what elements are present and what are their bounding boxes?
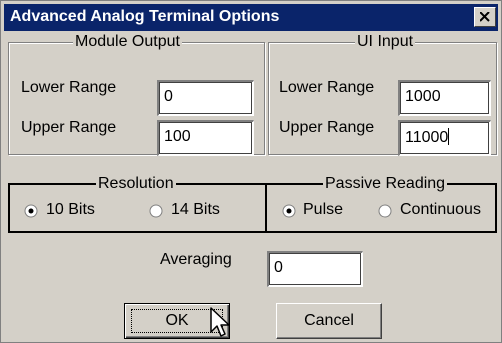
passive-continuous-radio[interactable]	[378, 204, 392, 218]
mouse-pointer-icon	[210, 307, 230, 337]
passive-reading-legend: Passive Reading	[323, 175, 448, 193]
module-output-upper-input[interactable]: 100	[157, 120, 254, 156]
window-title: Advanced Analog Terminal Options	[10, 8, 280, 25]
close-button[interactable]	[474, 7, 496, 27]
title-bar[interactable]: Advanced Analog Terminal Options	[4, 4, 498, 31]
passive-pulse-radio[interactable]	[282, 204, 296, 218]
ui-input-lower-label: Lower Range	[279, 79, 375, 96]
resolution-10bits-label[interactable]: 10 Bits	[46, 201, 95, 219]
ui-input-lower-value: 1000	[405, 88, 441, 105]
ui-input-upper-label: Upper Range	[279, 119, 375, 136]
module-output-lower-input[interactable]: 0	[157, 80, 254, 116]
passive-reading-group: Passive Reading Pulse Continuous	[265, 175, 497, 233]
module-output-upper-label: Upper Range	[21, 119, 117, 136]
dialog-window: Advanced Analog Terminal Options Module …	[0, 0, 502, 343]
module-output-upper-value: 100	[164, 128, 191, 145]
resolution-group: Resolution 10 Bits 14 Bits	[8, 175, 267, 233]
ui-input-upper-value: 11000	[405, 129, 449, 146]
averaging-input[interactable]: 0	[267, 251, 363, 287]
close-icon	[480, 12, 490, 22]
module-output-lower-label: Lower Range	[21, 79, 117, 96]
resolution-14bits-radio[interactable]	[149, 204, 163, 218]
ui-input-lower-input[interactable]: 1000	[398, 80, 491, 116]
cancel-button-label: Cancel	[304, 312, 354, 329]
ui-input-group: UI Input Lower Range 1000 Upper Range 11…	[268, 33, 497, 156]
ui-input-upper-input[interactable]: 11000	[398, 120, 491, 156]
averaging-label: Averaging	[160, 251, 232, 268]
cancel-button[interactable]: Cancel	[276, 303, 382, 339]
module-output-group: Module Output Lower Range 0 Upper Range …	[8, 33, 265, 156]
module-output-legend: Module Output	[73, 33, 182, 51]
resolution-10bits-radio[interactable]	[24, 204, 38, 218]
passive-pulse-label[interactable]: Pulse	[303, 201, 343, 219]
ui-input-legend: UI Input	[355, 33, 416, 51]
averaging-value: 0	[274, 259, 283, 276]
text-caret	[448, 128, 450, 145]
resolution-14bits-label[interactable]: 14 Bits	[171, 201, 220, 219]
passive-continuous-label[interactable]: Continuous	[400, 201, 481, 219]
resolution-legend: Resolution	[96, 175, 176, 193]
module-output-lower-value: 0	[164, 88, 173, 105]
